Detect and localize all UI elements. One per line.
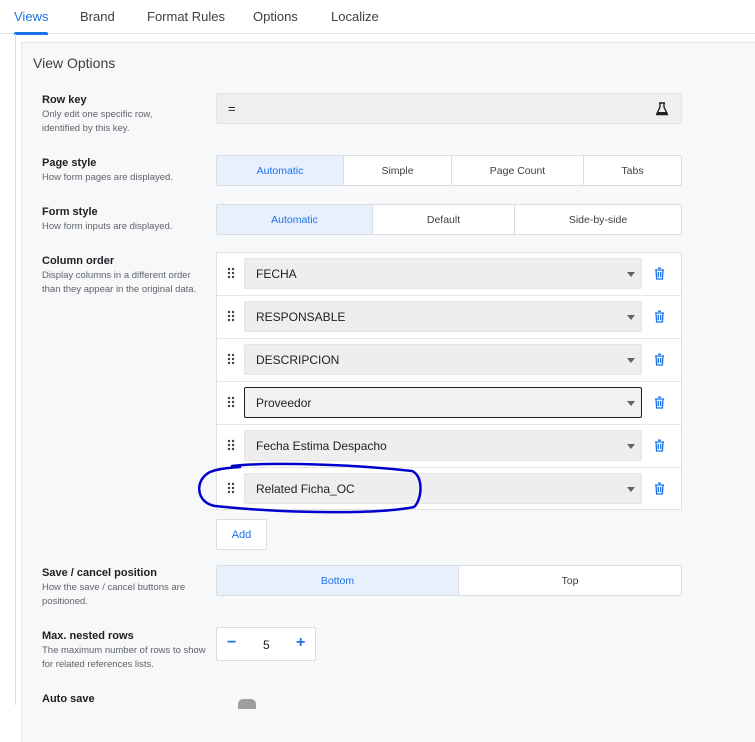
form-style-automatic[interactable]: Automatic xyxy=(217,205,373,234)
trash-icon[interactable] xyxy=(654,439,665,452)
save-cancel-title: Save / cancel position xyxy=(42,567,157,579)
save-cancel-bottom[interactable]: Bottom xyxy=(217,566,459,595)
page-style-automatic[interactable]: Automatic xyxy=(217,156,344,185)
column-select-value: FECHA xyxy=(256,267,297,281)
chevron-down-icon xyxy=(627,487,635,492)
column-select[interactable]: Related Ficha_OC xyxy=(244,473,642,504)
form-style-default[interactable]: Default xyxy=(373,205,515,234)
column-order-list: FECHA RESPONSABLE DESCRIPCION Proveedor … xyxy=(216,252,682,510)
decrement-button[interactable]: − xyxy=(227,634,236,652)
tab-bar: Views Brand Format Rules Options Localiz… xyxy=(0,0,755,35)
max-nested-rows-stepper: − 5 + xyxy=(216,627,316,661)
row-key-label: Row key Only edit one specific row, iden… xyxy=(42,94,212,136)
max-nested-rows-label: Max. nested rows The maximum number of r… xyxy=(42,630,212,672)
auto-save-title: Auto save xyxy=(42,693,95,705)
row-key-input[interactable]: = xyxy=(216,93,682,124)
save-cancel-description: How the save / cancel buttons are positi… xyxy=(42,582,186,607)
column-row: FECHA xyxy=(217,253,681,296)
drag-handle-icon[interactable] xyxy=(227,396,235,408)
max-nested-rows-description: The maximum number of rows to show for r… xyxy=(42,645,206,670)
save-cancel-selector: Bottom Top xyxy=(216,565,682,596)
page-style-description: How form pages are displayed. xyxy=(42,172,173,183)
max-nested-rows-title: Max. nested rows xyxy=(42,630,134,642)
column-select-value: DESCRIPCION xyxy=(256,353,340,367)
auto-save-toggle[interactable] xyxy=(238,699,256,709)
column-select[interactable]: FECHA xyxy=(244,258,642,289)
column-row: RESPONSABLE xyxy=(217,296,681,339)
column-row: Related Ficha_OC xyxy=(217,468,681,511)
column-row: Fecha Estima Despacho xyxy=(217,425,681,468)
column-order-description: Display columns in a different order tha… xyxy=(42,270,197,295)
trash-icon[interactable] xyxy=(654,310,665,323)
chevron-down-icon xyxy=(627,401,635,406)
column-select-value: RESPONSABLE xyxy=(256,310,346,324)
drag-handle-icon[interactable] xyxy=(227,353,235,365)
column-select-focused[interactable]: Proveedor xyxy=(244,387,642,418)
flask-icon[interactable] xyxy=(655,102,669,116)
page-style-simple[interactable]: Simple xyxy=(344,156,452,185)
row-key-value: = xyxy=(228,101,236,116)
column-select[interactable]: Fecha Estima Despacho xyxy=(244,430,642,461)
row-key-title: Row key xyxy=(42,94,87,106)
max-nested-rows-value[interactable]: 5 xyxy=(263,638,270,652)
trash-icon[interactable] xyxy=(654,396,665,409)
tab-brand[interactable]: Brand xyxy=(80,0,115,34)
drag-handle-icon[interactable] xyxy=(227,267,235,279)
drag-handle-icon[interactable] xyxy=(227,439,235,451)
column-select-value: Proveedor xyxy=(256,396,312,410)
column-row: Proveedor xyxy=(217,382,681,425)
page-style-label: Page style How form pages are displayed. xyxy=(42,157,212,185)
auto-save-label: Auto save xyxy=(42,693,212,706)
tab-options[interactable]: Options xyxy=(253,0,298,34)
section-title: View Options xyxy=(33,55,116,71)
page-style-selector: Automatic Simple Page Count Tabs xyxy=(216,155,682,186)
column-select-value: Related Ficha_OC xyxy=(256,482,355,496)
column-select[interactable]: RESPONSABLE xyxy=(244,301,642,332)
page-style-page-count[interactable]: Page Count xyxy=(452,156,584,185)
save-cancel-top[interactable]: Top xyxy=(459,566,681,595)
form-style-side-by-side[interactable]: Side-by-side xyxy=(515,205,681,234)
form-style-label: Form style How form inputs are displayed… xyxy=(42,206,212,234)
form-style-description: How form inputs are displayed. xyxy=(42,221,173,232)
drag-handle-icon[interactable] xyxy=(227,310,235,322)
add-column-button[interactable]: Add xyxy=(216,519,267,550)
drag-handle-icon[interactable] xyxy=(227,482,235,494)
chevron-down-icon xyxy=(627,358,635,363)
form-style-title: Form style xyxy=(42,206,98,218)
save-cancel-label: Save / cancel position How the save / ca… xyxy=(42,567,212,609)
column-order-label: Column order Display columns in a differ… xyxy=(42,255,212,297)
trash-icon[interactable] xyxy=(654,267,665,280)
row-key-description: Only edit one specific row, identified b… xyxy=(42,109,153,134)
page-style-title: Page style xyxy=(42,157,97,169)
increment-button[interactable]: + xyxy=(296,634,305,652)
chevron-down-icon xyxy=(627,444,635,449)
form-style-selector: Automatic Default Side-by-side xyxy=(216,204,682,235)
trash-icon[interactable] xyxy=(654,353,665,366)
tab-format-rules[interactable]: Format Rules xyxy=(147,0,225,34)
page-style-tabs[interactable]: Tabs xyxy=(584,156,681,185)
column-select[interactable]: DESCRIPCION xyxy=(244,344,642,375)
left-divider xyxy=(15,34,16,705)
tab-localize[interactable]: Localize xyxy=(331,0,379,34)
chevron-down-icon xyxy=(627,315,635,320)
trash-icon[interactable] xyxy=(654,482,665,495)
column-select-value: Fecha Estima Despacho xyxy=(256,439,387,453)
column-order-title: Column order xyxy=(42,255,115,267)
tab-views[interactable]: Views xyxy=(14,0,49,35)
chevron-down-icon xyxy=(627,272,635,277)
column-row: DESCRIPCION xyxy=(217,339,681,382)
